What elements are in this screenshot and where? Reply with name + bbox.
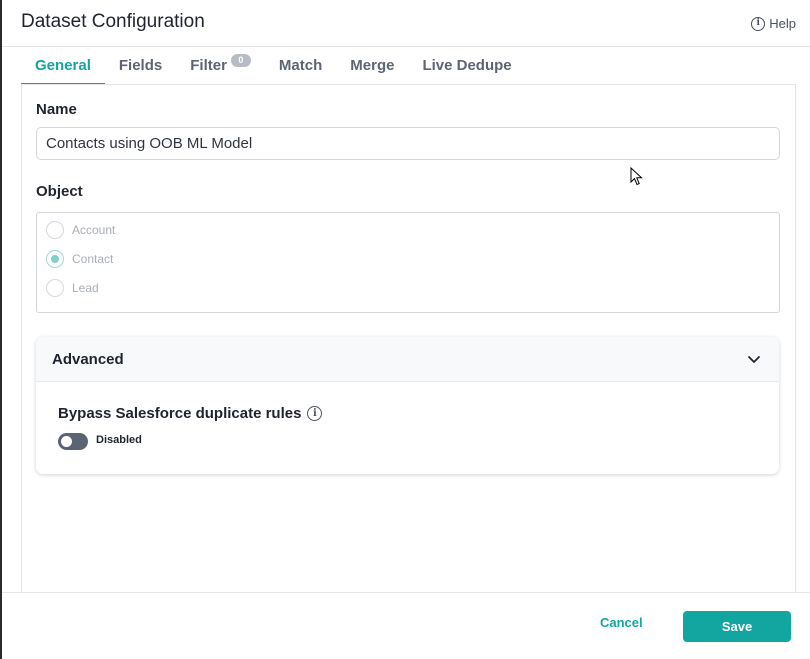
radio-button[interactable] <box>46 279 64 297</box>
radio-label: Contact <box>72 252 114 266</box>
window-edge <box>0 0 2 659</box>
dialog-header: Dataset Configuration i Help <box>2 0 810 47</box>
tab-label: Filter <box>190 57 227 74</box>
tab-bar: General Fields Filter 0 Match Merge Live … <box>21 47 526 85</box>
radio-label: Lead <box>72 281 99 295</box>
radio-button[interactable] <box>46 221 64 239</box>
object-radio-group: Account Contact Lead <box>36 212 780 313</box>
tab-general[interactable]: General <box>21 47 105 85</box>
object-label: Object <box>36 183 83 200</box>
tab-label: Merge <box>350 57 395 74</box>
advanced-title: Advanced <box>52 351 124 368</box>
advanced-header[interactable]: Advanced <box>36 337 779 382</box>
help-label: Help <box>769 16 796 31</box>
bypass-duplicate-rules-label: Bypass Salesforce duplicate rules i <box>58 405 323 422</box>
toggle-knob <box>61 436 72 447</box>
name-label: Name <box>36 101 77 118</box>
general-panel: Name Object Account Contact Lead Advance… <box>21 84 796 592</box>
tab-merge[interactable]: Merge <box>336 47 408 84</box>
radio-option-contact[interactable]: Contact <box>46 250 113 268</box>
tab-label: Match <box>278 57 323 74</box>
info-icon: i <box>751 16 766 31</box>
tab-label: General <box>35 57 91 74</box>
bypass-label-text: Bypass Salesforce duplicate rules <box>58 405 302 422</box>
tab-label: Live Dedupe <box>422 57 512 74</box>
tab-fields[interactable]: Fields <box>105 47 176 84</box>
save-button[interactable]: Save <box>683 611 791 642</box>
tab-match[interactable]: Match <box>265 47 336 84</box>
radio-label: Account <box>72 223 116 237</box>
tab-label: Fields <box>118 57 163 74</box>
mouse-cursor-icon <box>630 167 643 186</box>
radio-button-selected[interactable] <box>46 250 64 268</box>
toggle-state-label: Disabled <box>96 434 142 446</box>
advanced-section: Advanced Bypass Salesforce duplicate rul… <box>36 337 779 474</box>
radio-dot <box>51 255 59 263</box>
chevron-down-icon[interactable] <box>747 352 761 366</box>
tab-live-dedupe[interactable]: Live Dedupe <box>408 47 525 84</box>
radio-option-lead[interactable]: Lead <box>46 279 99 297</box>
dialog-title: Dataset Configuration <box>21 11 205 32</box>
name-input[interactable] <box>36 127 780 160</box>
tab-filter[interactable]: Filter 0 <box>176 47 265 84</box>
radio-option-account[interactable]: Account <box>46 221 115 239</box>
dialog-footer: Cancel Save <box>2 592 810 659</box>
cancel-button[interactable]: Cancel <box>600 615 643 630</box>
bypass-toggle[interactable] <box>58 433 88 450</box>
help-link[interactable]: i Help <box>751 16 796 31</box>
filter-count-badge: 0 <box>230 54 251 67</box>
info-icon[interactable]: i <box>307 406 323 421</box>
